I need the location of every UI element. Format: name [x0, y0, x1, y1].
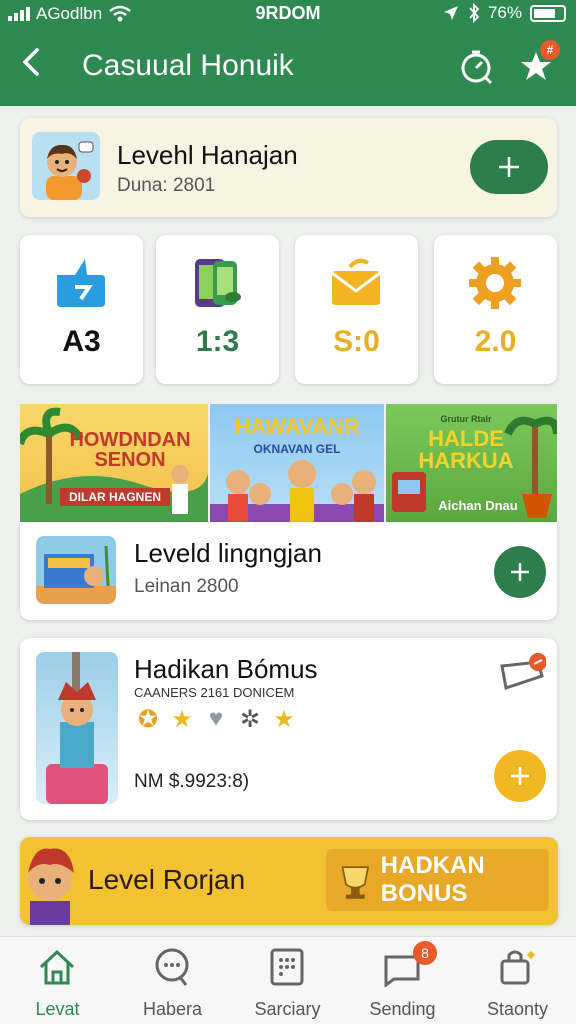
phone-icon [195, 259, 241, 307]
nav-label-habera: Habera [142, 999, 203, 1019]
star-icon: ★ [171, 705, 193, 733]
rating-icons: ✪ ★ ♥ ✲ ★ [134, 705, 298, 733]
back-button[interactable] [20, 46, 50, 86]
envelope-icon [331, 258, 381, 305]
stat-card-2[interactable]: 1:3 [156, 235, 279, 384]
banner-1-title: HOWDNDAN SENON [69, 429, 191, 471]
home-icon [39, 949, 75, 985]
nav-label-levat: Levat [35, 999, 80, 1019]
settings-badge-icon: ✲ [239, 705, 261, 733]
trophy-icon [341, 866, 370, 899]
shop-illustration [36, 545, 116, 604]
battery-percent: 76% [487, 3, 522, 22]
banner-3-subtitle: Aichan Dnau [438, 498, 518, 513]
level-title: Levehl Hanajan [117, 140, 298, 170]
battery-icon [530, 4, 566, 22]
hadkan-bonus-label: HADKAN BONUS [380, 852, 485, 907]
bluetooth-icon [469, 3, 480, 23]
banner-3-title: HALDE HARKUA [418, 426, 514, 473]
plus-icon [499, 157, 519, 177]
banner-1[interactable]: HOWDNDAN SENON DILAR HAGNEN [20, 404, 208, 522]
plus-icon [511, 767, 529, 785]
nav-item-sending[interactable]: 8 Sending [345, 937, 460, 1024]
sun-gear-icon [469, 257, 521, 309]
bonus-subtitle: CAANERS 2161 DONICEM [134, 685, 295, 700]
banner-3[interactable]: Grutur Rtalr HALDE HARKUA Aichan Dnau [386, 404, 557, 522]
page-title: Casuual Honuik [82, 49, 294, 82]
location-icon [443, 6, 458, 20]
bonus-price: NM $.9923:8) [134, 771, 250, 792]
status-bar: AGodlbn 9RDOM 76% [0, 0, 576, 28]
battery-fill [534, 8, 556, 18]
nav-item-levat[interactable]: Levat [0, 937, 115, 1024]
nav-item-habera[interactable]: Habera [115, 937, 230, 1024]
banner-3-tag: Grutur Rtalr [440, 414, 492, 424]
bonus-thumbnail [36, 652, 118, 804]
app-header: AGodlbn 9RDOM 76% Casuual Honuik # [0, 0, 576, 106]
bottom-nav: Levat Habera Sarciary 8 Sending Staonty [0, 936, 576, 1024]
stat-value-4: 2.0 [474, 325, 517, 358]
chevron-left-icon [22, 48, 39, 76]
stat-card-4[interactable]: 2.0 [434, 235, 557, 384]
level-card-2[interactable]: Leveld lingngjan Leinan 2800 [20, 522, 557, 620]
tag-icon [57, 259, 105, 307]
nav-label-sarciary: Sarciary [254, 999, 321, 1019]
level-2-subtitle: Leinan 2800 [134, 576, 239, 597]
plus-icon [511, 563, 529, 581]
boy-avatar-icon [46, 141, 94, 200]
swirl-badge-icon: ✪ [137, 705, 159, 733]
hadkan-bonus-button[interactable]: HADKAN BONUS [326, 849, 549, 911]
ticket-button[interactable] [498, 652, 547, 692]
chat-icon [155, 948, 189, 986]
avatar [32, 132, 100, 200]
favorites-badge: # [540, 40, 560, 60]
add-bonus-button[interactable] [494, 750, 546, 802]
stat-card-1[interactable]: A3 [20, 235, 143, 384]
add-level-2-button[interactable] [494, 546, 546, 598]
stat-value-3: S:0 [333, 325, 380, 358]
level-card[interactable]: Levehl Hanajan Duna: 2801 [20, 118, 557, 217]
banner-2[interactable]: HAWAVANR OKNAVAN GEL [210, 404, 384, 522]
stat-value-2: 1:3 [195, 325, 240, 358]
banner-2-subtitle: OKNAVAN GEL [253, 442, 341, 456]
level-thumbnail [36, 536, 116, 604]
bonus-title: Hadikan Bómus [134, 654, 318, 684]
banner-1-subtitle: DILAR HAGNEN [60, 488, 170, 506]
stopwatch-icon [461, 50, 493, 84]
banner-2-title: HAWAVANR [234, 414, 360, 439]
grid-icon [270, 948, 304, 986]
character-illustration [46, 652, 108, 804]
heart-icon: ♥ [208, 705, 224, 732]
timer-button[interactable] [454, 44, 498, 88]
stat-value-1: A3 [62, 325, 101, 358]
stat-card-3[interactable]: S:0 [295, 235, 418, 384]
ticket-icon [500, 653, 547, 690]
level-2-title: Leveld lingngjan [134, 538, 322, 568]
favorites-button[interactable]: # [514, 40, 560, 88]
level-subtitle: Duna: 2801 [117, 175, 216, 196]
nav-item-sarciary[interactable]: Sarciary [230, 937, 345, 1024]
nav-item-staonty[interactable]: Staonty [460, 937, 575, 1024]
promo-title: Level Rorjan [88, 864, 246, 895]
nav-label-sending: Sending [369, 999, 436, 1019]
mascot-illustration [28, 848, 74, 925]
promo-banner[interactable]: Level Rorjan HADKAN BONUS [20, 837, 558, 925]
nav-label-staonty: Staonty [486, 999, 549, 1019]
bag-icon [500, 950, 535, 985]
add-level-button[interactable] [470, 140, 548, 194]
star-icon: ★ [273, 705, 295, 733]
nav-badge-sending: 8 [413, 941, 437, 965]
